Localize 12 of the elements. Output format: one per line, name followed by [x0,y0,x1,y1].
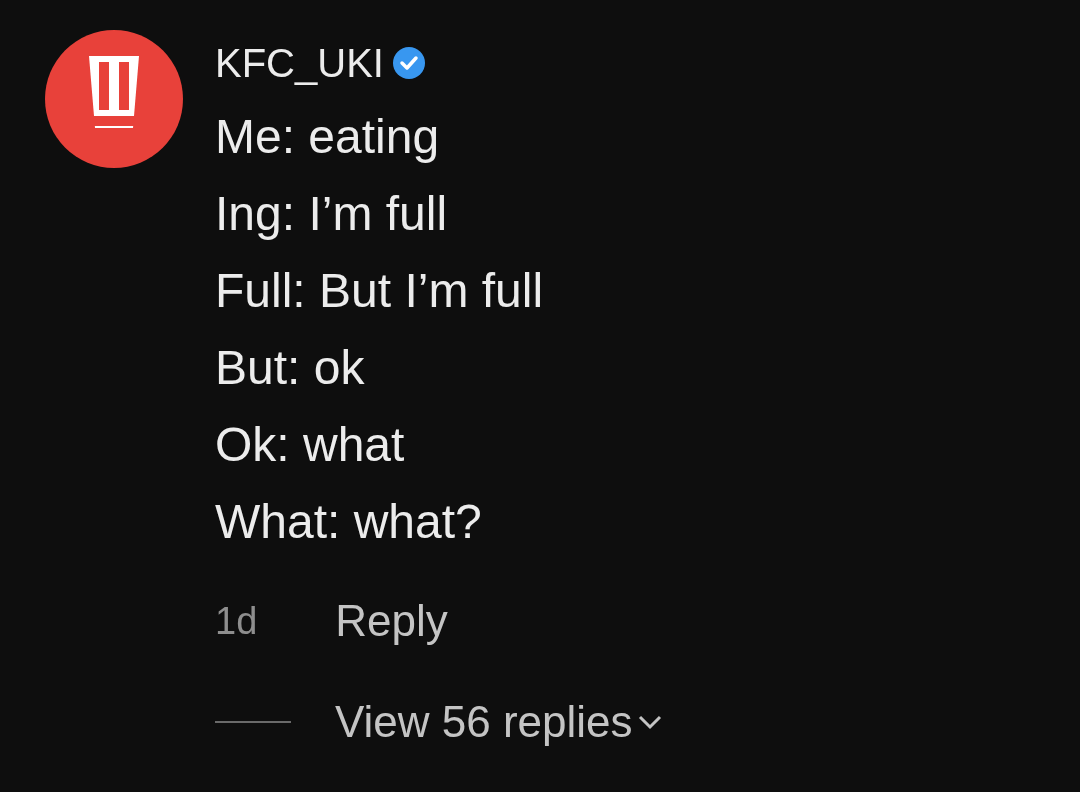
username[interactable]: KFC_UKI [215,43,384,83]
comment-line: Full: But I’m full [215,263,545,319]
chevron-down-icon [636,713,663,731]
comment-line: But: ok [215,340,366,396]
reply-button[interactable]: Reply [335,588,448,654]
comment-line: Me: eating [215,109,441,165]
comment-line: Ok: what [215,417,406,473]
comment-line: Ing: I’m full [215,186,449,242]
timestamp: 1d [215,598,258,644]
avatar[interactable] [45,28,183,170]
view-replies-button[interactable]: View 56 replies [335,700,663,744]
comment-line: What: what? [215,494,483,550]
